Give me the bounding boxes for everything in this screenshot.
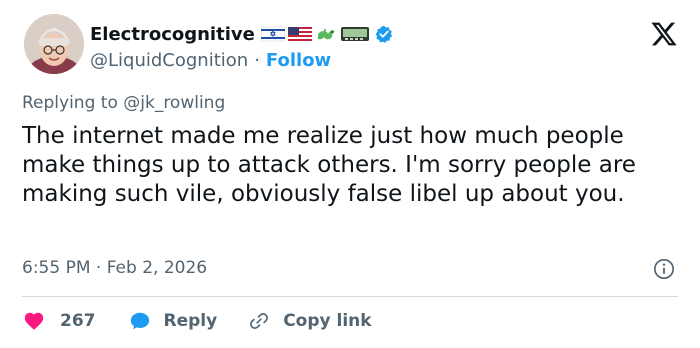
link-icon	[250, 313, 269, 329]
replying-to-line: Replying to @jk_rowling	[22, 93, 225, 113]
copy-link-button[interactable]: Copy link	[247, 310, 372, 332]
author-handle[interactable]: @LiquidCognition	[90, 50, 248, 71]
replying-to-prefix: Replying to	[22, 93, 124, 113]
tweet-timestamp[interactable]: 6:55 PM · Feb 2, 2026	[22, 258, 207, 278]
separator-dot: ·	[254, 49, 260, 71]
action-bar: 267 Reply Copy link	[22, 307, 372, 335]
x-logo-icon[interactable]	[650, 20, 678, 48]
follow-button[interactable]: Follow	[266, 50, 331, 71]
author-handle-row: @LiquidCognition · Follow	[90, 48, 331, 72]
heart-icon	[24, 312, 44, 330]
divider	[22, 296, 678, 297]
like-count: 267	[60, 311, 96, 331]
author-name-row: Electrocognitive	[90, 22, 394, 46]
tweet-text: The internet made me realize just how mu…	[22, 123, 636, 207]
reply-button[interactable]: Reply	[128, 310, 218, 332]
author-display-name[interactable]: Electrocognitive	[90, 24, 255, 45]
dragon-icon	[315, 25, 337, 43]
israel-flag-icon	[260, 25, 285, 43]
reply-mention-link[interactable]: @jk_rowling	[123, 93, 225, 113]
copy-link-label: Copy link	[283, 311, 372, 331]
info-icon[interactable]	[653, 258, 675, 280]
keyboard-icon	[340, 25, 370, 43]
verified-badge-icon	[374, 25, 394, 43]
reply-bubble-icon	[130, 312, 149, 330]
reply-label: Reply	[163, 311, 218, 331]
us-flag-icon	[287, 25, 312, 43]
avatar[interactable]	[24, 14, 84, 74]
like-button[interactable]: 267	[22, 310, 96, 332]
